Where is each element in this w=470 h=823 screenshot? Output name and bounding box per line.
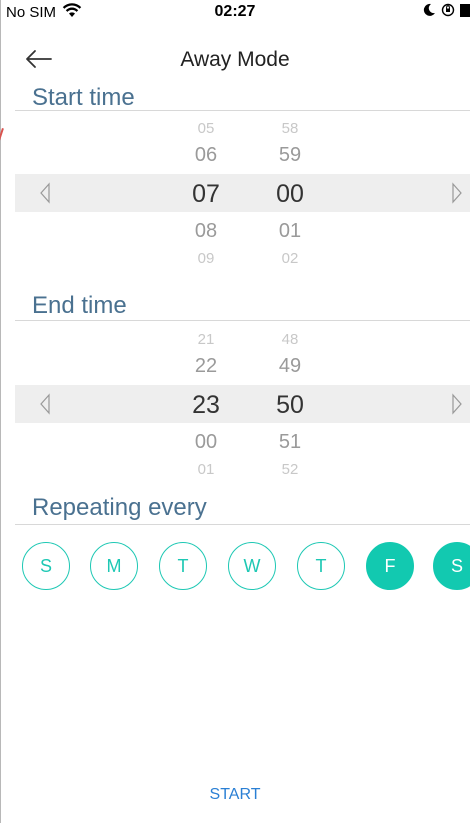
day-toggle-friday[interactable]: F [366,542,414,590]
hour-option[interactable]: 21 [171,331,241,348]
day-toggle-saturday[interactable]: S [433,542,470,590]
hour-option[interactable]: 22 [171,355,241,378]
previous-arrow-icon[interactable] [36,174,56,212]
divider [15,320,470,321]
day-toggle-tuesday[interactable]: T [159,542,207,590]
start-time-heading: Start time [32,84,135,111]
minute-option[interactable]: 52 [255,461,325,478]
hour-option[interactable]: 06 [171,144,241,167]
hour-option[interactable]: 05 [171,120,241,137]
page-title: Away Mode [180,48,290,71]
start-time-picker[interactable]: 05 06 07 08 09 58 59 00 01 02 [0,118,470,268]
hour-option[interactable]: 00 [171,431,241,454]
selected-minute[interactable]: 50 [255,391,325,420]
hour-option[interactable]: 08 [171,220,241,243]
status-right [422,3,470,22]
selected-hour[interactable]: 23 [171,391,241,420]
minute-option[interactable]: 48 [255,331,325,348]
day-toggle-thursday[interactable]: T [297,542,345,590]
start-button[interactable]: START [185,786,285,812]
minute-option[interactable]: 59 [255,144,325,167]
orientation-lock-icon [441,3,455,22]
previous-arrow-icon[interactable] [36,385,56,423]
next-arrow-icon[interactable] [446,385,466,423]
day-toggle-monday[interactable]: M [90,542,138,590]
weekday-selector: S M T W T F S [0,542,470,594]
minute-option[interactable]: 02 [255,250,325,267]
end-time-picker[interactable]: 21 22 23 00 01 48 49 50 51 52 [0,329,470,479]
moon-icon [422,3,436,22]
status-time: 02:27 [214,3,256,20]
day-toggle-wednesday[interactable]: W [228,542,276,590]
end-time-heading: End time [32,292,127,319]
selected-hour[interactable]: 07 [171,180,241,209]
hour-option[interactable]: 01 [171,461,241,478]
minute-option[interactable]: 49 [255,355,325,378]
selection-band [15,174,470,212]
divider [15,524,470,525]
selected-minute[interactable]: 00 [255,180,325,209]
hour-option[interactable]: 09 [171,250,241,267]
minute-option[interactable]: 51 [255,431,325,454]
repeat-heading: Repeating every [32,494,207,521]
next-arrow-icon[interactable] [446,174,466,212]
status-bar: No SIM 02:27 [0,0,470,30]
battery-icon [460,3,470,22]
minute-option[interactable]: 01 [255,220,325,243]
divider [15,110,470,111]
minute-option[interactable]: 58 [255,120,325,137]
selection-band [15,385,470,423]
nav-bar: Away Mode [0,40,470,82]
day-toggle-sunday[interactable]: S [22,542,70,590]
